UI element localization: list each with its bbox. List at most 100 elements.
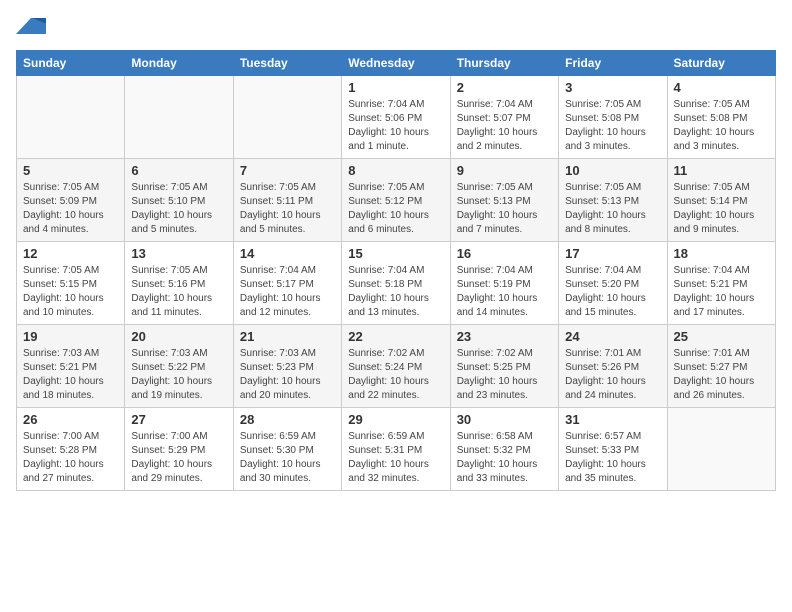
page-header [16,16,776,38]
calendar-cell: 21 Sunrise: 7:03 AM Sunset: 5:23 PM Dayli… [233,325,341,408]
day-info: Sunrise: 7:00 AM Sunset: 5:28 PM Dayligh… [23,430,118,486]
day-info: Sunrise: 7:04 AM Sunset: 5:07 PM Dayligh… [457,98,552,154]
day-number: 15 [348,246,443,261]
day-info: Sunrise: 7:01 AM Sunset: 5:27 PM Dayligh… [674,347,769,403]
day-number: 22 [348,329,443,344]
day-info: Sunrise: 7:05 AM Sunset: 5:12 PM Dayligh… [348,181,443,237]
weekday-sunday: Sunday [17,51,125,76]
weekday-tuesday: Tuesday [233,51,341,76]
day-number: 25 [674,329,769,344]
day-number: 23 [457,329,552,344]
calendar-week-row: 12 Sunrise: 7:05 AM Sunset: 5:15 PM Dayli… [17,242,776,325]
calendar-cell: 25 Sunrise: 7:01 AM Sunset: 5:27 PM Dayli… [667,325,775,408]
day-number: 14 [240,246,335,261]
calendar-cell: 29 Sunrise: 6:59 AM Sunset: 5:31 PM Dayli… [342,408,450,491]
weekday-saturday: Saturday [667,51,775,76]
calendar-week-row: 19 Sunrise: 7:03 AM Sunset: 5:21 PM Dayli… [17,325,776,408]
calendar-week-row: 26Sunrise: 7:00 AM Sunset: 5:28 PM Dayli… [17,408,776,491]
day-info: Sunrise: 7:05 AM Sunset: 5:11 PM Dayligh… [240,181,335,237]
day-number: 31 [565,412,660,427]
day-info: Sunrise: 6:58 AM Sunset: 5:32 PM Dayligh… [457,430,552,486]
calendar-cell: 14 Sunrise: 7:04 AM Sunset: 5:17 PM Dayli… [233,242,341,325]
weekday-wednesday: Wednesday [342,51,450,76]
day-number: 4 [674,80,769,95]
calendar-cell: 24 Sunrise: 7:01 AM Sunset: 5:26 PM Dayli… [559,325,667,408]
day-number: 20 [131,329,226,344]
day-info: Sunrise: 7:02 AM Sunset: 5:24 PM Dayligh… [348,347,443,403]
day-number: 19 [23,329,118,344]
day-info: Sunrise: 7:05 AM Sunset: 5:16 PM Dayligh… [131,264,226,320]
calendar-cell: 30 Sunrise: 6:58 AM Sunset: 5:32 PM Dayli… [450,408,558,491]
calendar-week-row: 5Sunrise: 7:05 AM Sunset: 5:09 PM Daylig… [17,159,776,242]
calendar-cell: 26Sunrise: 7:00 AM Sunset: 5:28 PM Dayli… [17,408,125,491]
day-number: 1 [348,80,443,95]
calendar-cell: 28Sunrise: 6:59 AM Sunset: 5:30 PM Dayli… [233,408,341,491]
calendar-cell: 15 Sunrise: 7:04 AM Sunset: 5:18 PM Dayli… [342,242,450,325]
calendar-cell: 12 Sunrise: 7:05 AM Sunset: 5:15 PM Dayli… [17,242,125,325]
day-number: 27 [131,412,226,427]
day-number: 12 [23,246,118,261]
day-info: Sunrise: 7:05 AM Sunset: 5:13 PM Dayligh… [565,181,660,237]
day-info: Sunrise: 7:03 AM Sunset: 5:23 PM Dayligh… [240,347,335,403]
day-info: Sunrise: 7:05 AM Sunset: 5:08 PM Dayligh… [674,98,769,154]
day-number: 9 [457,163,552,178]
calendar-cell: 8 Sunrise: 7:05 AM Sunset: 5:12 PM Daylig… [342,159,450,242]
day-info: Sunrise: 7:05 AM Sunset: 5:08 PM Dayligh… [565,98,660,154]
day-info: Sunrise: 7:04 AM Sunset: 5:18 PM Dayligh… [348,264,443,320]
day-number: 16 [457,246,552,261]
day-number: 21 [240,329,335,344]
calendar-cell: 17 Sunrise: 7:04 AM Sunset: 5:20 PM Dayli… [559,242,667,325]
day-info: Sunrise: 6:59 AM Sunset: 5:31 PM Dayligh… [348,430,443,486]
day-info: Sunrise: 7:03 AM Sunset: 5:21 PM Dayligh… [23,347,118,403]
weekday-thursday: Thursday [450,51,558,76]
day-number: 18 [674,246,769,261]
day-info: Sunrise: 7:05 AM Sunset: 5:10 PM Dayligh… [131,181,226,237]
calendar-cell: 5Sunrise: 7:05 AM Sunset: 5:09 PM Daylig… [17,159,125,242]
day-info: Sunrise: 7:04 AM Sunset: 5:19 PM Dayligh… [457,264,552,320]
day-info: Sunrise: 7:04 AM Sunset: 5:17 PM Dayligh… [240,264,335,320]
day-number: 30 [457,412,552,427]
day-info: Sunrise: 6:57 AM Sunset: 5:33 PM Dayligh… [565,430,660,486]
calendar-cell [667,408,775,491]
calendar-cell: 22 Sunrise: 7:02 AM Sunset: 5:24 PM Dayli… [342,325,450,408]
day-info: Sunrise: 7:05 AM Sunset: 5:09 PM Dayligh… [23,181,118,237]
day-number: 28 [240,412,335,427]
calendar-cell: 7Sunrise: 7:05 AM Sunset: 5:11 PM Daylig… [233,159,341,242]
calendar-cell: 23 Sunrise: 7:02 AM Sunset: 5:25 PM Dayli… [450,325,558,408]
calendar-week-row: 1 Sunrise: 7:04 AM Sunset: 5:06 PM Daylig… [17,76,776,159]
day-number: 11 [674,163,769,178]
calendar-cell: 3Sunrise: 7:05 AM Sunset: 5:08 PM Daylig… [559,76,667,159]
day-info: Sunrise: 7:04 AM Sunset: 5:20 PM Dayligh… [565,264,660,320]
calendar-cell: 6Sunrise: 7:05 AM Sunset: 5:10 PM Daylig… [125,159,233,242]
day-info: Sunrise: 7:05 AM Sunset: 5:13 PM Dayligh… [457,181,552,237]
calendar-cell: 16 Sunrise: 7:04 AM Sunset: 5:19 PM Dayli… [450,242,558,325]
day-info: Sunrise: 7:04 AM Sunset: 5:06 PM Dayligh… [348,98,443,154]
calendar-cell: 1 Sunrise: 7:04 AM Sunset: 5:06 PM Daylig… [342,76,450,159]
calendar-cell [233,76,341,159]
weekday-header-row: SundayMondayTuesdayWednesdayThursdayFrid… [17,51,776,76]
day-info: Sunrise: 7:01 AM Sunset: 5:26 PM Dayligh… [565,347,660,403]
day-number: 17 [565,246,660,261]
calendar-cell: 20 Sunrise: 7:03 AM Sunset: 5:22 PM Dayli… [125,325,233,408]
calendar-cell [125,76,233,159]
day-info: Sunrise: 7:02 AM Sunset: 5:25 PM Dayligh… [457,347,552,403]
calendar-table: SundayMondayTuesdayWednesdayThursdayFrid… [16,50,776,491]
day-info: Sunrise: 7:05 AM Sunset: 5:15 PM Dayligh… [23,264,118,320]
day-number: 8 [348,163,443,178]
calendar-cell: 13 Sunrise: 7:05 AM Sunset: 5:16 PM Dayli… [125,242,233,325]
day-number: 24 [565,329,660,344]
day-number: 10 [565,163,660,178]
calendar-cell: 19 Sunrise: 7:03 AM Sunset: 5:21 PM Dayli… [17,325,125,408]
weekday-monday: Monday [125,51,233,76]
day-number: 2 [457,80,552,95]
calendar-cell: 31 Sunrise: 6:57 AM Sunset: 5:33 PM Dayli… [559,408,667,491]
day-number: 13 [131,246,226,261]
calendar-cell: 10 Sunrise: 7:05 AM Sunset: 5:13 PM Dayli… [559,159,667,242]
day-info: Sunrise: 7:05 AM Sunset: 5:14 PM Dayligh… [674,181,769,237]
calendar-cell: 11 Sunrise: 7:05 AM Sunset: 5:14 PM Dayli… [667,159,775,242]
day-info: Sunrise: 7:03 AM Sunset: 5:22 PM Dayligh… [131,347,226,403]
calendar-cell: 2 Sunrise: 7:04 AM Sunset: 5:07 PM Daylig… [450,76,558,159]
day-number: 29 [348,412,443,427]
weekday-friday: Friday [559,51,667,76]
calendar-cell: 9 Sunrise: 7:05 AM Sunset: 5:13 PM Daylig… [450,159,558,242]
